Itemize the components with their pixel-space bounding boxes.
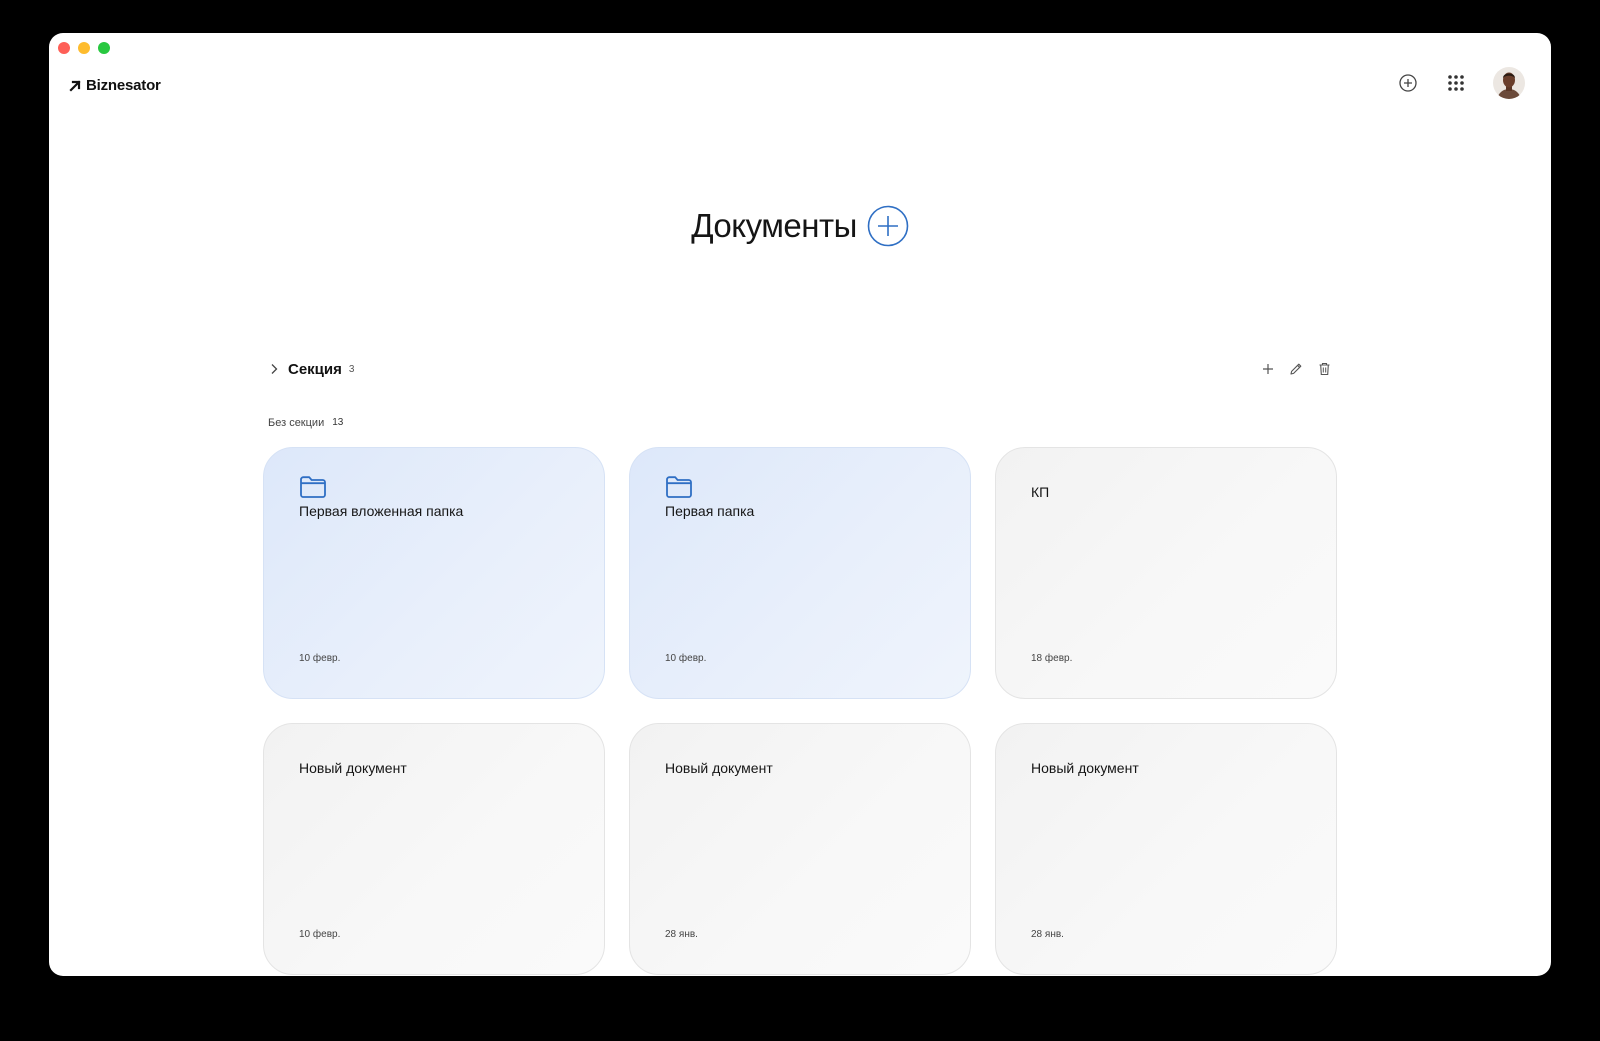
folder-icon bbox=[300, 476, 326, 498]
unsectioned-count: 13 bbox=[332, 417, 344, 428]
document-card[interactable]: Новый документ 28 янв. bbox=[995, 723, 1337, 975]
arrow-up-right-icon bbox=[69, 79, 81, 92]
folder-card[interactable]: Первая вложенная папка 10 февр. bbox=[263, 447, 605, 699]
page-title: Документы bbox=[691, 207, 857, 244]
card-title: Первая вложенная папка bbox=[299, 503, 464, 519]
chevron-right-icon bbox=[271, 364, 278, 374]
section-actions bbox=[1257, 358, 1335, 380]
card-date: 18 февр. bbox=[1031, 653, 1073, 664]
card-title: Первая папка bbox=[665, 503, 755, 519]
card-title: Новый документ bbox=[1031, 760, 1139, 776]
section-expand-toggle[interactable] bbox=[263, 358, 285, 380]
page-header: Документы bbox=[49, 205, 1551, 247]
plus-icon bbox=[1263, 364, 1273, 374]
section-count: 3 bbox=[348, 364, 355, 375]
section-edit-button[interactable] bbox=[1285, 358, 1307, 380]
logo-text: Biznesator bbox=[86, 77, 161, 94]
card-date: 10 февр. bbox=[665, 653, 707, 664]
pencil-icon bbox=[1290, 363, 1302, 375]
card-title: КП bbox=[1031, 484, 1050, 500]
plus-circle-icon bbox=[1399, 74, 1417, 92]
card-date: 28 янв. bbox=[665, 929, 698, 940]
card-date: 10 февр. bbox=[299, 929, 341, 940]
user-avatar[interactable] bbox=[1493, 67, 1525, 99]
card-title: Новый документ bbox=[299, 760, 407, 776]
card-title: Новый документ bbox=[665, 760, 773, 776]
topbar-actions bbox=[1393, 67, 1525, 99]
documents-grid: Первая вложенная папка 10 февр. Первая п… bbox=[263, 447, 1337, 975]
section-add-button[interactable] bbox=[1257, 358, 1279, 380]
avatar-image bbox=[1493, 67, 1525, 99]
grid-icon bbox=[1448, 75, 1464, 91]
section-delete-button[interactable] bbox=[1313, 358, 1335, 380]
maximize-window-button[interactable] bbox=[98, 42, 110, 54]
card-date: 10 февр. bbox=[299, 653, 341, 664]
unsectioned-header: Без секции 13 bbox=[268, 417, 343, 429]
app-window: Biznesator Документы Секция 3 Без секции… bbox=[49, 33, 1551, 976]
minimize-window-button[interactable] bbox=[78, 42, 90, 54]
section-name[interactable]: Секция bbox=[288, 361, 342, 378]
window-controls bbox=[58, 42, 110, 54]
close-window-button[interactable] bbox=[58, 42, 70, 54]
add-document-icon[interactable] bbox=[867, 205, 909, 247]
unsectioned-label: Без секции bbox=[268, 417, 325, 429]
app-logo[interactable]: Biznesator bbox=[68, 77, 161, 94]
folder-card[interactable]: Первая папка 10 февр. bbox=[629, 447, 971, 699]
document-card[interactable]: Новый документ 10 февр. bbox=[263, 723, 605, 975]
apps-menu-button[interactable] bbox=[1441, 68, 1471, 98]
document-card[interactable]: КП 18 февр. bbox=[995, 447, 1337, 699]
trash-icon bbox=[1319, 362, 1329, 376]
card-date: 28 янв. bbox=[1031, 929, 1064, 940]
create-button[interactable] bbox=[1393, 68, 1423, 98]
folder-icon bbox=[666, 476, 692, 498]
section-row: Секция 3 bbox=[263, 357, 1335, 381]
document-card[interactable]: Новый документ 28 янв. bbox=[629, 723, 971, 975]
